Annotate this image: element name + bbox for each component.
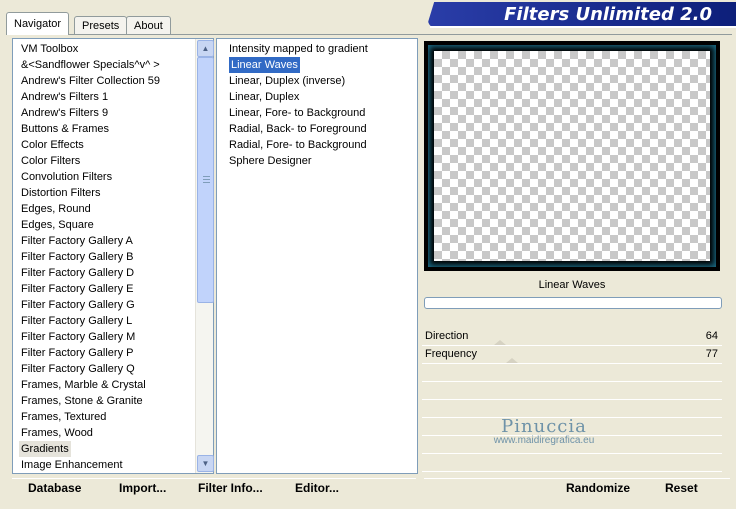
filter-item[interactable]: Sphere Designer	[229, 153, 312, 169]
grip-line	[203, 176, 210, 177]
tab-presets[interactable]: Presets	[74, 16, 128, 35]
editor-button[interactable]: Editor...	[295, 481, 339, 495]
watermark-name: Pinuccia	[501, 416, 587, 437]
category-item[interactable]: Color Effects	[21, 137, 84, 153]
category-item[interactable]: Filter Factory Gallery A	[21, 233, 133, 249]
grip-line	[203, 182, 210, 183]
category-scrollbar[interactable]: ▲ ▼	[195, 39, 214, 473]
bottom-toolbar-right: Randomize Reset	[424, 478, 730, 498]
progress-bar	[424, 297, 722, 309]
filter-item[interactable]: Intensity mapped to gradient	[229, 41, 368, 57]
preview-transparency	[434, 51, 710, 261]
filter-item-selected[interactable]: Linear Waves	[229, 57, 300, 73]
randomize-button[interactable]: Randomize	[566, 481, 630, 495]
watermark-url: www.maidiregrafica.eu	[493, 435, 595, 446]
category-item[interactable]: Edges, Round	[21, 201, 91, 217]
filter-item[interactable]: Radial, Fore- to Background	[229, 137, 367, 153]
param-row-empty	[422, 364, 722, 382]
param-frequency[interactable]: Frequency 77	[422, 346, 722, 364]
slider-thumb-icon[interactable]	[494, 340, 506, 345]
category-item[interactable]: Andrew's Filters 1	[21, 89, 108, 105]
divider	[12, 478, 416, 479]
category-item[interactable]: Distortion Filters	[21, 185, 100, 201]
filter-item[interactable]: Radial, Back- to Foreground	[229, 121, 367, 137]
category-item[interactable]: &<Sandflower Specials^v^ >	[21, 57, 160, 73]
category-item[interactable]: Andrew's Filter Collection 59	[21, 73, 160, 89]
filter-item[interactable]: Linear, Duplex	[229, 89, 299, 105]
category-item-selected[interactable]: Gradients	[19, 441, 71, 457]
slider-thumb-icon[interactable]	[506, 358, 518, 363]
grip-line	[203, 179, 210, 180]
category-item[interactable]: Andrew's Filters 9	[21, 105, 108, 121]
tab-about[interactable]: About	[126, 16, 171, 35]
database-button[interactable]: Database	[28, 481, 81, 495]
filter-item[interactable]: Linear, Duplex (inverse)	[229, 73, 345, 89]
category-item[interactable]: Filter Factory Gallery M	[21, 329, 135, 345]
watermark: Pinuccia www.maidiregrafica.eu	[484, 416, 604, 446]
category-item[interactable]: Frames, Textured	[21, 409, 106, 425]
category-item[interactable]: Filter Factory Gallery E	[21, 281, 133, 297]
param-label: Frequency	[425, 348, 477, 360]
category-item[interactable]: Filter Factory Gallery L	[21, 313, 132, 329]
parameter-area: Direction 64 Frequency 77	[422, 328, 722, 472]
reset-button[interactable]: Reset	[665, 481, 698, 495]
tab-divider	[6, 34, 732, 35]
filter-list[interactable]: Intensity mapped to gradient Linear Wave…	[216, 38, 418, 474]
effect-name: Linear Waves	[538, 279, 606, 291]
param-direction[interactable]: Direction 64	[422, 328, 722, 346]
import-button[interactable]: Import...	[119, 481, 166, 495]
param-label: Direction	[425, 330, 469, 342]
category-item[interactable]: Frames, Marble & Crystal	[21, 377, 146, 393]
bottom-toolbar-left: Database Import... Filter Info... Editor…	[12, 478, 416, 498]
category-item[interactable]: VM Toolbox	[21, 41, 78, 57]
category-item[interactable]: Edges, Square	[21, 217, 94, 233]
category-item[interactable]: Convolution Filters	[21, 169, 112, 185]
logo-text: Filters Unlimited 2.0	[504, 4, 712, 25]
category-item[interactable]: Frames, Wood	[21, 425, 93, 441]
divider	[424, 478, 730, 479]
param-value: 77	[705, 348, 718, 360]
scroll-thumb[interactable]	[197, 57, 214, 303]
param-row-empty	[422, 454, 722, 472]
scroll-down-icon[interactable]: ▼	[197, 455, 214, 472]
category-item[interactable]: Buttons & Frames	[21, 121, 109, 137]
logo-stripe	[430, 26, 736, 28]
category-item[interactable]: Filter Factory Gallery P	[21, 345, 133, 361]
tab-navigator[interactable]: Navigator	[6, 12, 70, 35]
category-item[interactable]: Image Enhancement	[21, 457, 123, 473]
category-item[interactable]: Filter Factory Gallery B	[21, 249, 133, 265]
preview-image	[424, 41, 720, 271]
category-item[interactable]: Filter Factory Gallery G	[21, 297, 135, 313]
category-list[interactable]: VM Toolbox &<Sandflower Specials^v^ > An…	[12, 38, 214, 474]
filter-item[interactable]: Linear, Fore- to Background	[229, 105, 365, 121]
param-value: 64	[705, 330, 718, 342]
filter-info-button[interactable]: Filter Info...	[198, 481, 263, 495]
param-row-empty	[422, 382, 722, 400]
scroll-up-icon[interactable]: ▲	[197, 40, 214, 57]
app-logo: Filters Unlimited 2.0	[428, 2, 736, 28]
category-item[interactable]: Filter Factory Gallery Q	[21, 361, 135, 377]
category-item[interactable]: Filter Factory Gallery D	[21, 265, 134, 281]
category-item[interactable]: Color Filters	[21, 153, 80, 169]
category-item[interactable]: Frames, Stone & Granite	[21, 393, 143, 409]
